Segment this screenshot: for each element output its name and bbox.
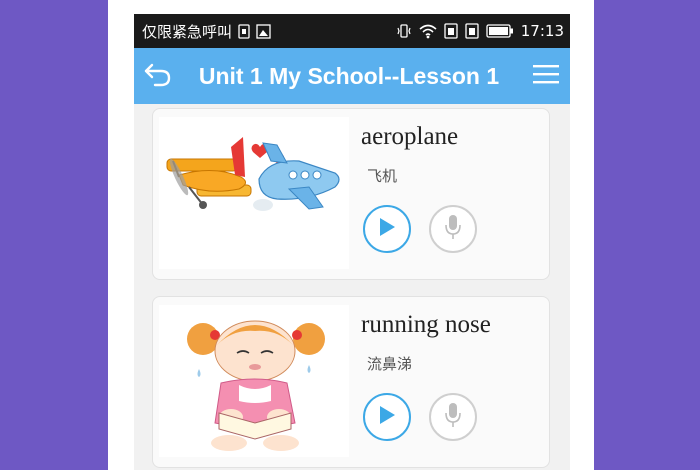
record-button[interactable] — [429, 393, 477, 441]
carrier-text: 仅限紧急呼叫 — [142, 22, 233, 41]
word-card: aeroplane 飞机 — [152, 108, 550, 280]
battery-icon — [486, 24, 514, 38]
play-icon — [377, 404, 397, 430]
page-title: Unit 1 My School--Lesson 1 — [198, 62, 500, 89]
word-text: aeroplane — [361, 123, 459, 150]
image-icon — [256, 23, 271, 39]
back-arrow-icon — [143, 61, 173, 91]
play-audio-button[interactable] — [363, 393, 411, 441]
sim-icon — [238, 23, 250, 39]
blue-plane-icon — [253, 142, 340, 211]
app-screen: 仅限紧急呼叫 17:13 Unit 1 My School--Lesson 1 … — [134, 14, 570, 470]
record-button[interactable] — [429, 205, 477, 253]
word-meaning: 飞机 — [367, 167, 398, 185]
girl-with-running-nose-illustration — [159, 305, 349, 457]
wifi-icon — [419, 24, 437, 39]
app-header: Unit 1 My School--Lesson 1 — [134, 48, 570, 104]
vibrate-icon — [396, 23, 412, 39]
aeroplane-illustration — [159, 117, 349, 269]
microphone-icon — [444, 214, 462, 244]
play-audio-button[interactable] — [363, 205, 411, 253]
back-button[interactable] — [134, 48, 182, 104]
word-card: running nose 流鼻涕 — [152, 296, 550, 468]
sim2-icon — [465, 23, 479, 39]
word-text: running nose — [361, 311, 491, 338]
sim1-icon — [444, 23, 458, 39]
word-meaning: 流鼻涕 — [367, 355, 413, 373]
hamburger-menu-icon — [532, 63, 560, 89]
microphone-icon — [444, 402, 462, 432]
orange-plane-icon — [166, 137, 252, 209]
status-bar: 仅限紧急呼叫 17:13 — [134, 14, 570, 48]
play-icon — [377, 216, 397, 242]
menu-button[interactable] — [522, 48, 570, 104]
status-time: 17:13 — [520, 22, 564, 40]
